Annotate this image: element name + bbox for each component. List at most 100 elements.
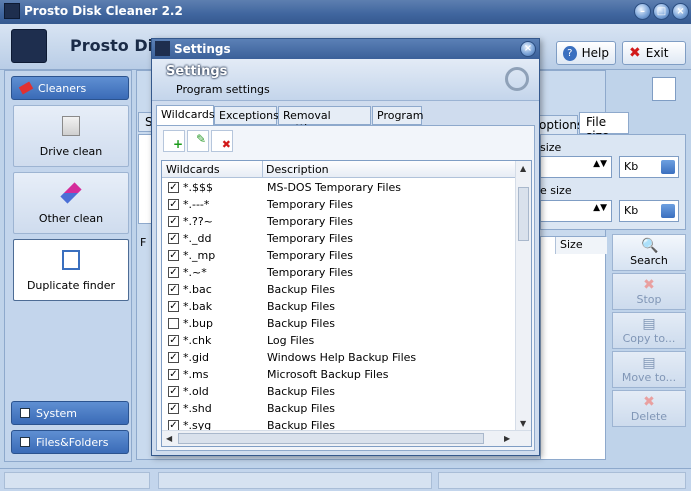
maximize-button[interactable]: □ <box>653 3 670 20</box>
table-row[interactable]: ✓ *._dd Temporary Files <box>162 230 516 247</box>
edit-icon: ✎ <box>195 132 206 146</box>
chevron-down-icon <box>661 160 675 174</box>
sidebar-item-duplicate-finder[interactable]: Duplicate finder <box>13 239 129 301</box>
table-row[interactable]: ✓ *.gid Windows Help Backup Files <box>162 349 516 366</box>
max-size-input[interactable]: ▲▼ <box>540 200 612 222</box>
sidebar-cleaners-header[interactable]: Cleaners <box>11 76 129 100</box>
scroll-left-icon[interactable]: ◀ <box>166 434 172 443</box>
table-row[interactable]: *.bup Backup Files <box>162 315 516 332</box>
row-checkbox[interactable]: ✓ <box>168 199 179 210</box>
move-to-button[interactable]: ▤ Move to... <box>612 351 686 388</box>
row-checkbox[interactable]: ✓ <box>168 267 179 278</box>
exit-button[interactable]: ✖ Exit <box>622 41 686 65</box>
sidebar-item-drive-clean[interactable]: Drive clean <box>13 105 129 167</box>
add-icon: + <box>172 137 183 151</box>
table-row[interactable]: ✓ *.~* Temporary Files <box>162 264 516 281</box>
sidebar-files-label: Files&Folders <box>36 435 109 449</box>
tab-file-size[interactable]: File size <box>579 112 629 143</box>
dialog-titlebar[interactable]: Settings × <box>152 39 539 59</box>
row-checkbox[interactable]: ✓ <box>168 216 179 227</box>
delete-icon: ✖ <box>643 394 655 410</box>
row-checkbox[interactable]: ✓ <box>168 250 179 261</box>
min-size-input[interactable]: ▲▼ <box>540 156 612 178</box>
description-cell: Temporary Files <box>267 215 353 228</box>
stop-button[interactable]: ✖ Stop <box>612 273 686 310</box>
wildcard-cell: *.bac <box>183 283 212 296</box>
row-checkbox[interactable]: ✓ <box>168 403 179 414</box>
spin-icon[interactable]: ▲▼ <box>593 159 607 169</box>
scroll-right-icon[interactable]: ▶ <box>504 434 510 443</box>
scroll-thumb[interactable] <box>178 433 484 444</box>
sidebar-files-header[interactable]: Files&Folders <box>11 430 129 454</box>
table-row[interactable]: ✓ *.??~ Temporary Files <box>162 213 516 230</box>
tab-label: Wildcards <box>161 108 215 121</box>
wildcards-pane: + ✎ ✖ Wildcards Description ✓ *.$$$ MS-DOS… <box>156 125 535 451</box>
table-row[interactable]: ✓ *.---* Temporary Files <box>162 196 516 213</box>
wildcard-cell: *.bup <box>183 317 213 330</box>
copy-to-button[interactable]: ▤ Copy to... <box>612 312 686 349</box>
dialog-close-button[interactable]: × <box>520 41 536 57</box>
column-size-label: Size <box>560 238 583 251</box>
wildcard-cell: *.??~ <box>183 215 213 228</box>
sidebar-item-label: Duplicate finder <box>26 279 116 292</box>
tab-wildcards[interactable]: Wildcards <box>156 105 215 126</box>
table-row[interactable]: ✓ *._mp Temporary Files <box>162 247 516 264</box>
close-window-button[interactable]: × <box>672 3 689 20</box>
delete-icon: ✖ <box>221 138 231 151</box>
row-checkbox[interactable] <box>168 318 179 329</box>
horizontal-scrollbar[interactable]: ◀ ▶ <box>162 430 531 446</box>
column-size[interactable]: Size <box>555 237 607 254</box>
wildcard-cell: *.shd <box>183 402 212 415</box>
table-row[interactable]: ✓ *.$$$ MS-DOS Temporary Files <box>162 179 516 196</box>
folder-icon <box>20 437 30 447</box>
sidebar-item-label: Other clean <box>38 212 104 225</box>
app-icon <box>4 3 20 19</box>
row-checkbox[interactable]: ✓ <box>168 182 179 193</box>
wildcard-cell: *.ms <box>183 368 209 381</box>
column-header-description[interactable]: Description <box>266 163 329 176</box>
edit-wildcard-button[interactable]: ✎ <box>187 130 209 152</box>
table-row[interactable]: ✓ *.ms Microsoft Backup Files <box>162 366 516 383</box>
tab-removal-settings[interactable]: Removal settings <box>278 106 371 135</box>
table-row[interactable]: ✓ *.chk Log Files <box>162 332 516 349</box>
row-checkbox[interactable]: ✓ <box>168 284 179 295</box>
exit-label: Exit <box>645 46 669 60</box>
table-row[interactable]: ✓ *.old Backup Files <box>162 383 516 400</box>
scroll-up-icon[interactable]: ▲ <box>520 164 526 173</box>
minimize-button[interactable]: – <box>634 3 651 20</box>
scroll-thumb[interactable] <box>518 187 529 241</box>
dialog-title: Settings <box>174 42 231 56</box>
wildcard-cell: *.chk <box>183 334 212 347</box>
table-row[interactable]: ✓ *.shd Backup Files <box>162 400 516 417</box>
delete-wildcard-button[interactable]: ✖ <box>211 130 233 152</box>
scroll-down-icon[interactable]: ▼ <box>520 419 526 428</box>
row-checkbox[interactable]: ✓ <box>168 233 179 244</box>
tab-program[interactable]: Program <box>372 106 423 125</box>
wildcard-cell: *._mp <box>183 249 216 262</box>
max-size-unit-select[interactable]: Kb <box>619 200 679 222</box>
settings-dialog: Settings × Settings Program settings Wil… <box>151 38 540 456</box>
table-row[interactable]: ✓ *.bak Backup Files <box>162 298 516 315</box>
add-wildcard-button[interactable]: + <box>163 130 185 152</box>
tab-exceptions[interactable]: Exceptions <box>214 106 279 125</box>
wildcard-cell: *.bak <box>183 300 213 313</box>
vertical-scrollbar[interactable]: ▲ ▼ <box>515 161 531 431</box>
column-header-wildcards[interactable]: Wildcards <box>166 163 220 176</box>
exit-icon: ✖ <box>629 45 641 61</box>
wildcard-cell: *.$$$ <box>183 181 213 194</box>
sidebar-system-header[interactable]: System <box>11 401 129 425</box>
spin-icon[interactable]: ▲▼ <box>593 203 607 213</box>
row-checkbox[interactable]: ✓ <box>168 301 179 312</box>
results-list: Size <box>540 236 607 460</box>
window-layout-icon[interactable] <box>652 77 676 101</box>
min-size-unit-select[interactable]: Kb <box>619 156 679 178</box>
help-button[interactable]: ? Help <box>556 41 616 65</box>
sidebar-item-other-clean[interactable]: Other clean <box>13 172 129 234</box>
search-button[interactable]: 🔍 Search <box>612 234 686 271</box>
row-checkbox[interactable]: ✓ <box>168 335 179 346</box>
row-checkbox[interactable]: ✓ <box>168 352 179 363</box>
table-row[interactable]: ✓ *.bac Backup Files <box>162 281 516 298</box>
row-checkbox[interactable]: ✓ <box>168 369 179 380</box>
row-checkbox[interactable]: ✓ <box>168 386 179 397</box>
delete-button[interactable]: ✖ Delete <box>612 390 686 427</box>
